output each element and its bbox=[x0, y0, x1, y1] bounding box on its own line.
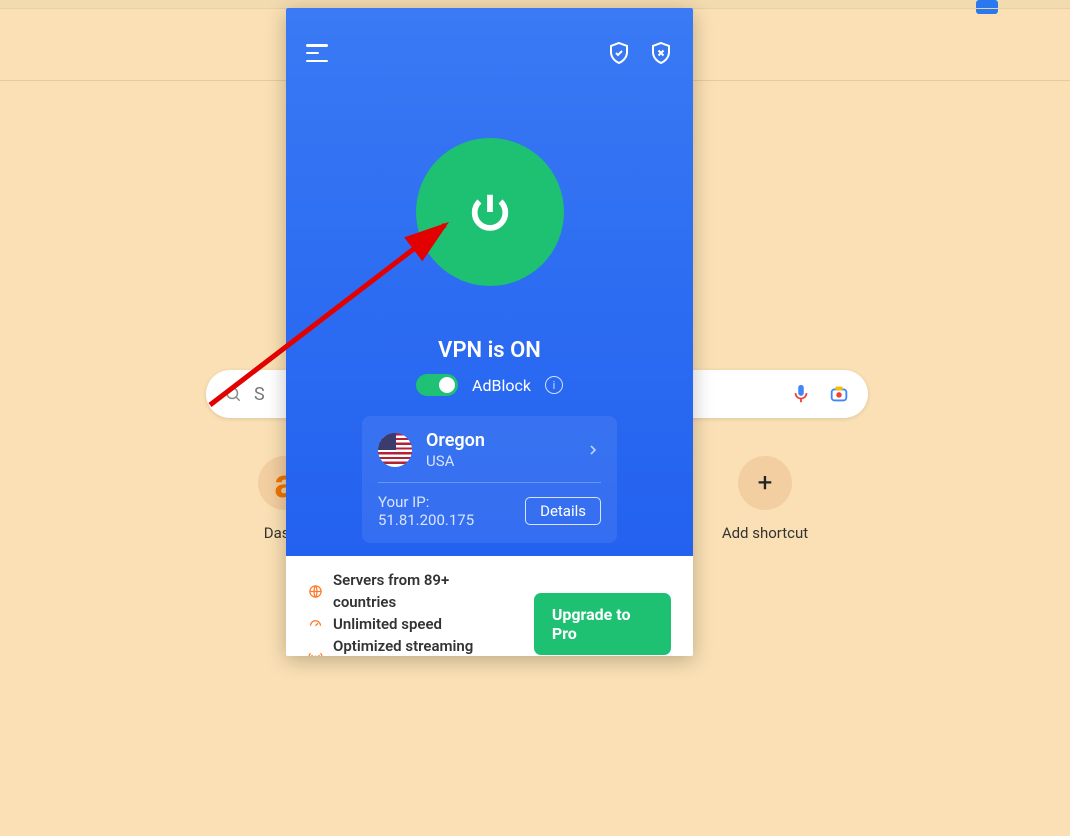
adblock-label: AdBlock bbox=[472, 376, 531, 395]
flag-us-icon bbox=[378, 433, 412, 467]
shield-check-icon[interactable] bbox=[607, 41, 631, 65]
divider bbox=[378, 482, 601, 483]
power-toggle-button[interactable] bbox=[416, 138, 564, 286]
feature-text: Unlimited speed bbox=[333, 613, 442, 635]
shortcut-label: Add shortcut bbox=[705, 524, 825, 542]
shield-x-icon[interactable] bbox=[649, 41, 673, 65]
feature-text: Optimized streaming servers bbox=[333, 635, 514, 656]
plus-icon: + bbox=[738, 456, 792, 510]
location-region: Oregon bbox=[426, 430, 485, 452]
location-country: USA bbox=[426, 452, 485, 470]
speed-icon bbox=[308, 617, 323, 632]
location-selector[interactable]: Oregon USA bbox=[378, 430, 601, 470]
chevron-right-icon bbox=[585, 442, 601, 458]
adblock-toggle[interactable] bbox=[416, 374, 458, 396]
globe-icon bbox=[308, 584, 323, 599]
location-card: Oregon USA Your IP: 51.81.200.175 Detail… bbox=[362, 416, 617, 543]
feature-text: Servers from 89+ countries bbox=[333, 569, 514, 613]
details-button[interactable]: Details bbox=[525, 497, 601, 525]
upgrade-footer: Servers from 89+ countries Unlimited spe… bbox=[286, 556, 693, 656]
vpn-popup: VPN is ON AdBlock i Oregon USA Your IP: … bbox=[286, 8, 693, 656]
signal-icon bbox=[308, 650, 323, 657]
search-placeholder: S bbox=[254, 384, 265, 405]
info-icon[interactable]: i bbox=[545, 376, 563, 394]
vpn-main: VPN is ON AdBlock i Oregon USA Your IP: … bbox=[286, 8, 693, 556]
feature-list: Servers from 89+ countries Unlimited spe… bbox=[308, 569, 514, 656]
vpn-header bbox=[306, 38, 673, 68]
search-icon bbox=[224, 385, 242, 403]
ip-address: Your IP: 51.81.200.175 bbox=[378, 493, 525, 529]
mic-icon[interactable] bbox=[790, 383, 812, 405]
browser-top-strip bbox=[0, 0, 1070, 8]
power-icon bbox=[467, 189, 513, 235]
menu-button[interactable] bbox=[306, 44, 328, 62]
extension-badge bbox=[976, 0, 998, 14]
adblock-row: AdBlock i bbox=[286, 374, 693, 396]
camera-search-icon[interactable] bbox=[828, 383, 850, 405]
upgrade-button[interactable]: Upgrade to Pro bbox=[534, 593, 671, 655]
vpn-status: VPN is ON bbox=[286, 338, 693, 363]
add-shortcut-button[interactable]: + Add shortcut bbox=[705, 456, 825, 542]
